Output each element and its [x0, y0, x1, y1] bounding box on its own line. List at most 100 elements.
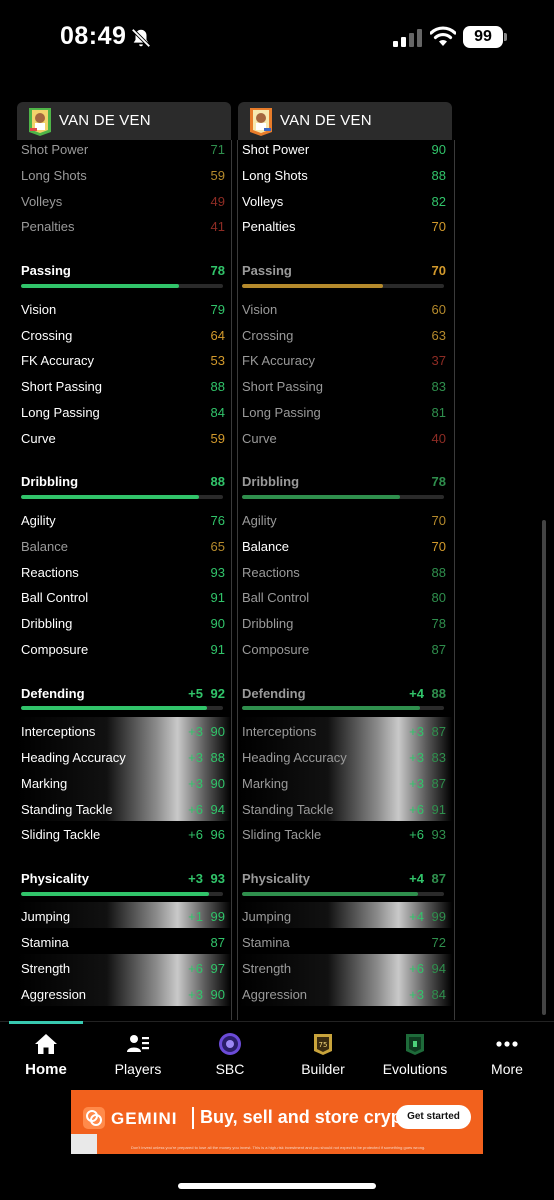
stat-bar-passing: [21, 284, 223, 288]
stat-bar-fill: [242, 495, 400, 499]
stat-category-passing: Passing 78: [21, 263, 225, 278]
stat-row: FK Accuracy 37: [242, 353, 446, 368]
stat-row: Long Passing 81: [242, 405, 446, 420]
stat-bonus: +5: [188, 686, 203, 701]
stat-row: Volleys 49: [21, 190, 225, 212]
stat-row: Volleys 82: [242, 194, 446, 209]
more-icon: [496, 1041, 518, 1047]
stat-row: Stamina 72: [242, 935, 446, 950]
stat-row: Agility 70: [242, 513, 446, 528]
player-card-right: VAN DE VEN Shot Power 90 Long Shots 88 V…: [231, 102, 455, 1020]
stat-row: Aggression +3 84: [242, 987, 446, 1002]
stat-bar-fill: [242, 284, 384, 288]
stat-row: Reactions 88: [242, 565, 446, 580]
stat-row: Dribbling 78: [242, 616, 446, 631]
stat-row: Shot Power 90: [242, 142, 446, 157]
sbc-icon: [219, 1033, 241, 1055]
nav-sbc[interactable]: SBC: [184, 1022, 276, 1084]
stat-row: Heading Accuracy +3 88: [21, 750, 225, 765]
stat-row: Marking +3 87: [242, 776, 446, 791]
home-indicator[interactable]: [178, 1183, 376, 1189]
stat-row: Jumping +1 99: [21, 909, 225, 924]
stat-bar-physicality: [242, 892, 444, 896]
stat-row: Interceptions +3 90: [21, 724, 225, 739]
bell-muted-icon: [131, 28, 151, 48]
nav-label: Home: [25, 1061, 67, 1078]
card-header-left[interactable]: VAN DE VEN: [17, 102, 231, 140]
ad-choices-icon[interactable]: [71, 1134, 97, 1154]
stat-category-defending: Defending +4 88: [242, 686, 446, 701]
stat-value: 59: [210, 168, 225, 183]
nav-label: More: [491, 1061, 523, 1077]
evolutions-icon: [406, 1034, 424, 1055]
stat-row: Penalties 70: [242, 219, 446, 234]
stat-bar-dribbling: [21, 495, 223, 499]
card-header-right[interactable]: VAN DE VEN: [238, 102, 452, 140]
stat-row: Balance 70: [242, 539, 446, 554]
stat-bar-fill: [242, 706, 420, 710]
player-name: VAN DE VEN: [280, 112, 372, 129]
stat-bar-fill: [21, 892, 209, 896]
stat-value: 49: [210, 194, 225, 209]
stat-row: Standing Tackle +6 91: [242, 802, 446, 817]
nav-more[interactable]: More: [461, 1022, 553, 1084]
stat-row: Sliding Tackle +6 93: [242, 827, 446, 842]
stat-label: Penalties: [21, 219, 75, 234]
player-card-thumbnail-icon: [250, 108, 272, 136]
builder-icon: 75: [314, 1034, 332, 1055]
stat-bar-fill: [242, 892, 418, 896]
stat-row: Crossing 64: [21, 328, 225, 343]
nav-builder[interactable]: 75 Builder: [277, 1022, 369, 1084]
stat-row: Strength +6 97: [21, 961, 225, 976]
stat-row: Curve 40: [242, 431, 446, 446]
stat-bar-fill: [21, 706, 207, 710]
nav-players[interactable]: Players: [92, 1022, 184, 1084]
stat-row: Aggression +3 90: [21, 987, 225, 1002]
nav-home[interactable]: Home: [0, 1022, 92, 1084]
stat-label: Volleys: [21, 194, 63, 209]
stat-bar-dribbling: [242, 495, 444, 499]
bottom-nav: Home Players SBC 75 Builder Evolutions M…: [0, 1021, 554, 1083]
ad-disclaimer: Don't invest unless you're prepared to l…: [131, 1145, 426, 1150]
stat-row: Sliding Tackle +6 96: [21, 827, 225, 842]
stat-row: Vision 60: [242, 302, 446, 317]
battery-icon: 99: [463, 26, 507, 48]
nav-label: SBC: [215, 1061, 245, 1077]
stat-row: Shot Power 71: [21, 138, 225, 160]
stat-row: Reactions 93: [21, 565, 225, 580]
stat-bar-defending: [21, 706, 223, 710]
stat-category-dribbling: Dribbling 78: [242, 474, 446, 489]
svg-text:75: 75: [319, 1041, 328, 1049]
stat-row: Composure 91: [21, 642, 225, 657]
stat-category-physicality: Physicality +3 93: [21, 871, 225, 886]
stat-row: Agility 76: [21, 513, 225, 528]
stat-row: Long Shots 59: [21, 164, 225, 186]
stat-bar-fill: [21, 284, 179, 288]
stat-bar-defending: [242, 706, 444, 710]
stat-row: Strength +6 94: [242, 961, 446, 976]
nav-evolutions[interactable]: Evolutions: [369, 1022, 461, 1084]
players-icon: [127, 1035, 149, 1052]
stat-row: Standing Tackle +6 94: [21, 802, 225, 817]
ad-get-started-button[interactable]: Get started: [396, 1105, 471, 1129]
stat-label: Shot Power: [21, 142, 89, 157]
stat-row: Short Passing 83: [242, 379, 446, 394]
ad-tagline: Buy, sell and store crypto: [200, 1107, 419, 1127]
stat-row: FK Accuracy 53: [21, 353, 225, 368]
stat-value: 71: [210, 142, 225, 157]
player-card-thumbnail-icon: [29, 108, 51, 136]
ad-brand: GEMINI: [111, 1109, 178, 1128]
stat-category-physicality: Physicality +4 87: [242, 871, 446, 886]
nav-label: Players: [114, 1061, 162, 1077]
scrollbar[interactable]: [542, 520, 546, 1015]
stat-row: Balance 65: [21, 539, 225, 554]
stat-category-defending: Defending +5 92: [21, 686, 225, 701]
stat-label: Long Shots: [21, 168, 87, 183]
stat-row: Penalties 41: [21, 215, 225, 237]
stat-bar-passing: [242, 284, 444, 288]
status-bar: 08:49 99: [0, 0, 554, 80]
signal-icon: [393, 29, 422, 47]
ad-banner[interactable]: GEMINI Buy, sell and store crypto Get st…: [71, 1090, 483, 1154]
gemini-logo-icon: [83, 1107, 105, 1129]
stat-row: Stamina 87: [21, 935, 225, 950]
